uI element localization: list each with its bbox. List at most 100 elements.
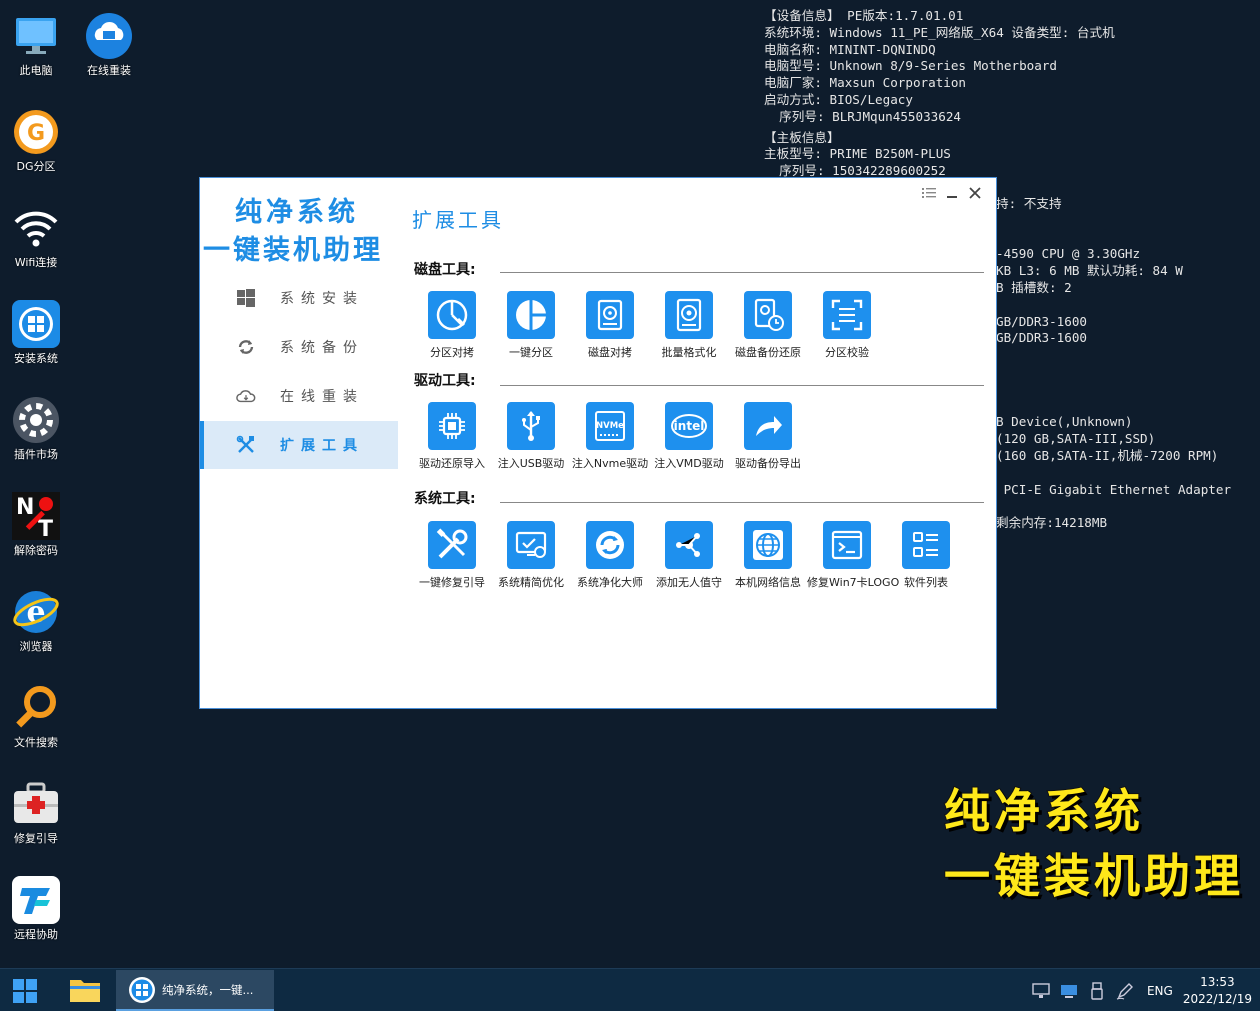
desktop-icon-wifi[interactable]: Wifi连接 <box>0 200 72 280</box>
svg-text:T: T <box>38 517 53 540</box>
tool-add-unattended[interactable]: 添加无人值守 <box>649 521 729 590</box>
tool-network-info[interactable]: 本机网络信息 <box>728 521 808 590</box>
tool-driver-restore-import[interactable]: 驱动还原导入 <box>412 402 492 471</box>
tray-display-icon[interactable] <box>1030 980 1052 1002</box>
info-line: 电脑厂家: Maxsun Corporation <box>764 75 967 91</box>
desktop-icon-plugin-market[interactable]: 插件市场 <box>0 392 72 472</box>
info-line: 电脑型号: Unknown 8/9-Series Motherboard <box>764 58 1058 74</box>
list-grid-icon <box>902 521 950 569</box>
refresh-clean-icon <box>586 521 634 569</box>
svg-text:NVMe: NVMe <box>596 421 624 431</box>
desktop-icon-label: 在线重装 <box>87 64 131 77</box>
desktop-icon-install-system[interactable]: 安装系统 <box>0 296 72 376</box>
desktop-icon-label: DG分区 <box>16 160 56 173</box>
svg-text:G: G <box>27 121 45 146</box>
close-button[interactable] <box>966 184 984 202</box>
info-line: KB L3: 6 MB 默认功耗: 84 W <box>996 263 1183 279</box>
desktop-icon-remote-assist[interactable]: 远程协助 <box>0 872 72 952</box>
tray-usb-icon[interactable] <box>1086 980 1108 1002</box>
minimize-icon <box>947 196 957 198</box>
info-line: GB/DDR3-1600 <box>996 313 1087 329</box>
taskbar-app-item[interactable]: 纯净系统，一键... <box>116 970 274 1011</box>
wifi-icon <box>12 204 60 252</box>
desktop-icon-browser[interactable]: e 浏览器 <box>0 584 72 664</box>
menu-button[interactable] <box>920 184 938 202</box>
tool-label: 注入Nvme驱动 <box>571 457 649 470</box>
computer-icon <box>12 12 60 60</box>
input-language[interactable]: ENG <box>1147 984 1173 998</box>
tray-network-icon[interactable] <box>1058 980 1080 1002</box>
tool-inject-usb-driver[interactable]: 注入USB驱动 <box>491 402 571 471</box>
desktop: 此电脑 在线重装 G DG分区 Wifi连接 安装系统 插件市场 NT 解除密码 <box>0 0 1260 968</box>
disk-backup-icon <box>744 291 792 339</box>
info-line: 持: 不支持 <box>996 196 1062 211</box>
minimize-button[interactable] <box>943 184 961 202</box>
section-title-driver-tools: 驱动工具: <box>414 373 476 389</box>
network-nodes-icon <box>665 521 713 569</box>
tool-system-optimize[interactable]: 系统精简优化 <box>491 521 571 590</box>
nvme-icon: NVMe <box>586 402 634 450</box>
tool-disk-copy[interactable]: 磁盘对拷 <box>570 291 650 360</box>
desktop-icon-repair-boot[interactable]: 修复引导 <box>0 776 72 856</box>
tool-label: 磁盘对拷 <box>588 346 632 359</box>
tool-disk-backup-restore[interactable]: 磁盘备份还原 <box>728 291 808 360</box>
tool-software-list[interactable]: 软件列表 <box>886 521 966 590</box>
terminal-icon <box>823 521 871 569</box>
tool-label: 分区校验 <box>825 346 869 359</box>
remote-assist-icon <box>12 876 60 924</box>
nav-item-online-reinstall[interactable]: 在线重装 <box>200 372 398 420</box>
verify-icon <box>823 291 871 339</box>
partition-copy-icon <box>428 291 476 339</box>
desktop-icon-dg-partition[interactable]: G DG分区 <box>0 104 72 184</box>
tool-driver-backup-export[interactable]: 驱动备份导出 <box>728 402 808 471</box>
nav-item-label: 在线重装 <box>280 389 364 405</box>
tool-label: 分区对拷 <box>430 346 474 359</box>
tool-partition-copy[interactable]: 分区对拷 <box>412 291 492 360</box>
tool-fix-win7-logo[interactable]: 修复Win7卡LOGO <box>807 521 900 590</box>
info-line: 剩余内存:14218MB <box>996 515 1108 531</box>
globe-icon <box>744 521 792 569</box>
browser-icon: e <box>12 588 60 636</box>
nav-item-system-backup[interactable]: 系统备份 <box>200 323 398 371</box>
nav-item-extension-tools[interactable]: 扩展工具 <box>200 421 398 469</box>
start-button[interactable] <box>12 978 38 1004</box>
tool-label: 修复Win7卡LOGO <box>807 576 900 589</box>
section-divider <box>500 502 984 503</box>
tool-repair-boot[interactable]: 一键修复引导 <box>412 521 492 590</box>
tool-inject-nvme-driver[interactable]: NVMe 注入Nvme驱动 <box>570 402 650 471</box>
tool-label: 磁盘备份还原 <box>735 346 801 359</box>
info-line: 系统环境: Windows 11_PE_网络版_X64 设备类型: 台式机 <box>764 24 1115 40</box>
file-search-icon <box>12 684 60 732</box>
nav-item-label: 系统安装 <box>280 291 364 307</box>
tool-label: 添加无人值守 <box>656 576 722 589</box>
info-line: 【主板信息】 <box>764 129 840 145</box>
tools-icon <box>236 435 256 455</box>
desktop-icon-label: 安装系统 <box>14 352 58 365</box>
info-line: 【设备信息】 PE版本:1.7.01.01 <box>764 8 964 23</box>
install-system-icon <box>12 300 60 348</box>
section-title-disk-tools: 磁盘工具: <box>414 262 476 278</box>
tool-batch-format[interactable]: 批量格式化 <box>649 291 729 360</box>
tool-partition-verify[interactable]: 分区校验 <box>807 291 887 360</box>
desktop-icon-online-reinstall[interactable]: 在线重装 <box>73 8 145 88</box>
file-explorer-button[interactable] <box>66 974 104 1008</box>
nav-item-system-install[interactable]: 系统安装 <box>200 274 398 322</box>
info-line: 启动方式: BIOS/Legacy <box>764 92 913 107</box>
tool-inject-vmd-driver[interactable]: intel 注入VMD驱动 <box>649 402 729 471</box>
desktop-icon-this-pc[interactable]: 此电脑 <box>0 8 72 88</box>
clock[interactable]: 13:53 2022/12/19 <box>1183 974 1252 1008</box>
tool-label: 软件列表 <box>904 576 948 589</box>
desktop-icon-remove-password[interactable]: NT 解除密码 <box>0 488 72 568</box>
tool-system-clean-master[interactable]: 系统净化大师 <box>570 521 650 590</box>
desktop-icon-file-search[interactable]: 文件搜索 <box>0 680 72 760</box>
svg-text:N: N <box>16 495 34 520</box>
system-tray: ENG 13:53 2022/12/19 <box>1027 969 1260 1011</box>
tool-label: 一键分区 <box>509 346 553 359</box>
clock-time: 13:53 <box>1200 974 1235 989</box>
tool-one-click-partition[interactable]: 一键分区 <box>491 291 571 360</box>
nav-item-label: 系统备份 <box>280 340 364 356</box>
windows-icon <box>236 288 256 308</box>
info-line: PCI-E Gigabit Ethernet Adapter <box>996 481 1232 497</box>
tray-pen-icon[interactable] <box>1114 980 1136 1002</box>
clock-date: 2022/12/19 <box>1182 991 1252 1006</box>
